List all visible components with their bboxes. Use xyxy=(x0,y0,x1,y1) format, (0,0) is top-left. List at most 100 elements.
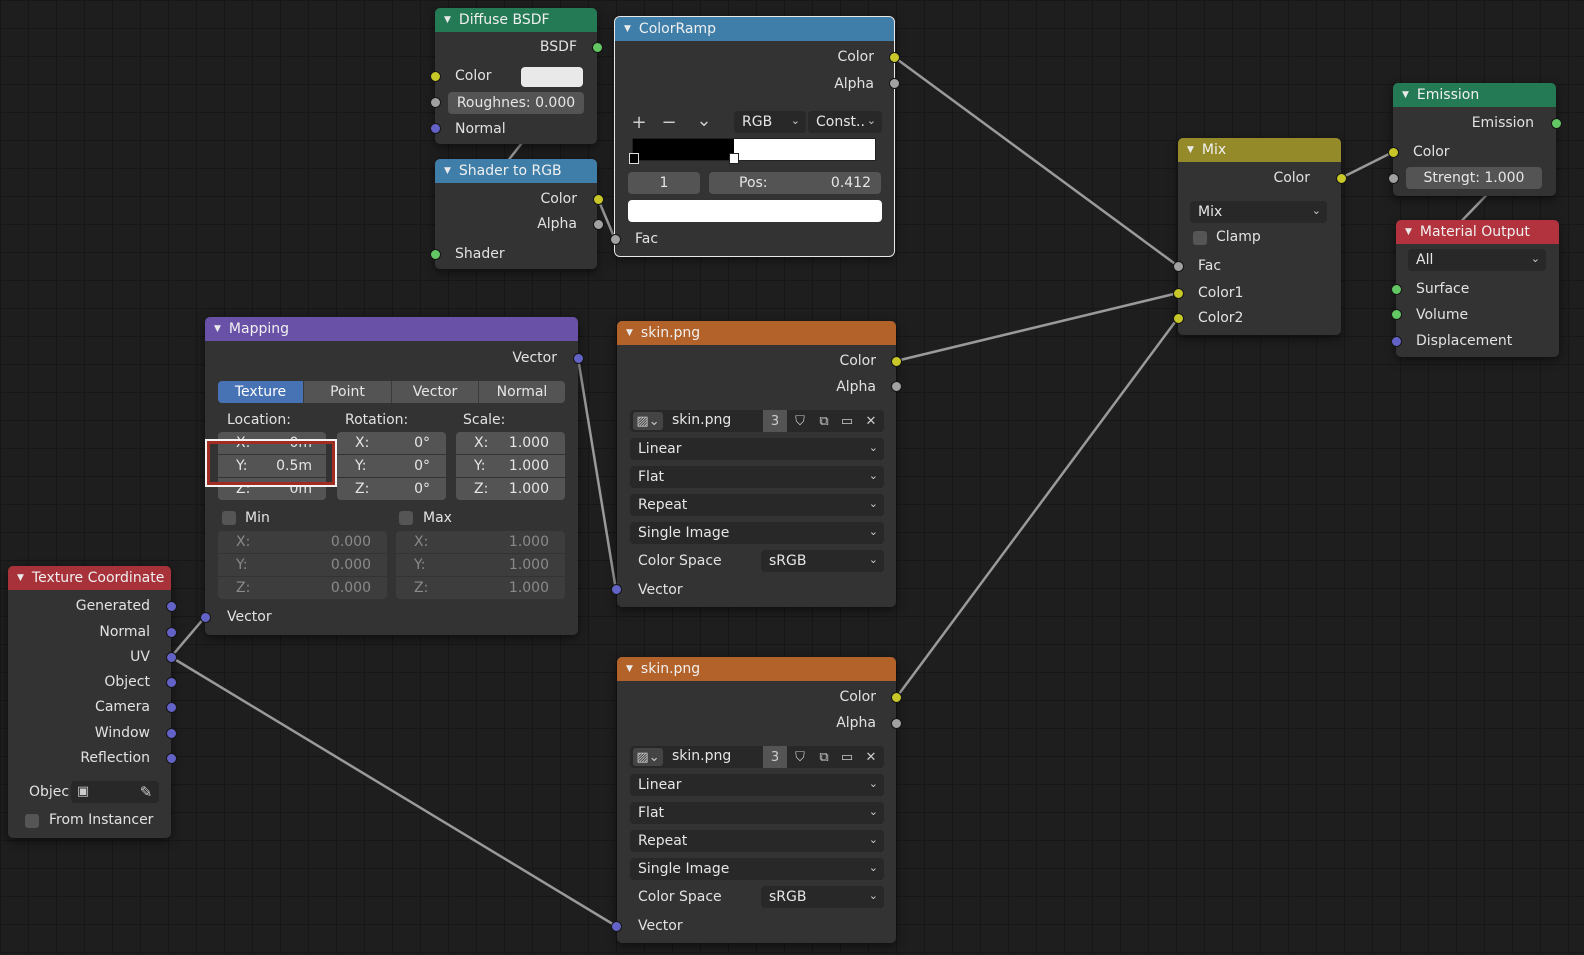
rgb-alpha-output-socket[interactable] xyxy=(593,219,604,230)
collapse-triangle-icon[interactable]: ▼ xyxy=(1402,90,1409,100)
color-ramp-gradient[interactable] xyxy=(632,138,876,161)
eyedropper-icon[interactable]: ✎ xyxy=(137,783,155,801)
source-dropdown[interactable]: Single Image ⌄ xyxy=(630,858,884,880)
displacement-input-socket[interactable] xyxy=(1391,336,1402,347)
fake-user-shield-icon[interactable]: ⛉ xyxy=(790,748,810,766)
material-output-node[interactable]: ▼ Material Output All ⌄ Surface Volume Dis… xyxy=(1396,220,1559,357)
chevron-down-icon[interactable]: ⌄ xyxy=(694,110,714,131)
source-dropdown[interactable]: Single Image ⌄ xyxy=(630,522,884,544)
blend-mode-dropdown[interactable]: Mix ⌄ xyxy=(1190,201,1327,223)
close-icon[interactable]: ✕ xyxy=(861,748,881,766)
volume-input-socket[interactable] xyxy=(1391,309,1402,320)
strength-field[interactable]: Strengt: 1.000 xyxy=(1406,167,1542,189)
camera-output-socket[interactable] xyxy=(166,702,177,713)
roughness-field[interactable]: Roughnes: 0.000 xyxy=(448,92,584,114)
extension-dropdown[interactable]: Repeat ⌄ xyxy=(630,494,884,516)
diffuse-normal-input-socket[interactable] xyxy=(430,123,441,134)
interpolation-dropdown[interactable]: Const.. ⌄ xyxy=(808,111,882,133)
collapse-triangle-icon[interactable]: ▼ xyxy=(624,24,631,34)
collapse-triangle-icon[interactable]: ▼ xyxy=(626,328,633,338)
object-picker-field[interactable]: ▣ ✎ xyxy=(71,781,159,803)
user-count[interactable]: 3 xyxy=(763,410,787,432)
interpolation-dropdown[interactable]: Linear ⌄ xyxy=(630,774,884,796)
active-stop-index-field[interactable]: 1 xyxy=(628,172,700,194)
folder-icon[interactable]: ▭ xyxy=(837,748,857,766)
img1-vector-input-socket[interactable] xyxy=(611,584,622,595)
mapping-vector-input-socket[interactable] xyxy=(200,612,211,623)
mix-color-output-socket[interactable] xyxy=(1336,173,1347,184)
tab-point[interactable]: Point xyxy=(304,381,392,403)
object-output-socket[interactable] xyxy=(166,677,177,688)
image-texture-header[interactable]: ▼ skin.png xyxy=(617,321,896,345)
mapping-header[interactable]: ▼ Mapping xyxy=(205,317,578,341)
render-target-dropdown[interactable]: All ⌄ xyxy=(1408,249,1546,271)
min-checkbox[interactable] xyxy=(222,511,236,525)
image-texture-node-1[interactable]: ▼ skin.png Color Alpha ▨⌄ skin.png 3 ⛉ ⧉ … xyxy=(617,321,896,607)
location-z-field[interactable]: Z: 0m xyxy=(218,478,326,500)
image-name[interactable]: skin.png xyxy=(672,412,731,428)
image-selector[interactable]: ▨⌄ skin.png 3 ⛉ ⧉ ▭ ✕ xyxy=(630,410,884,432)
img2-alpha-output-socket[interactable] xyxy=(891,718,902,729)
color-mode-dropdown[interactable]: RGB ⌄ xyxy=(734,111,806,133)
projection-dropdown[interactable]: Flat ⌄ xyxy=(630,802,884,824)
image-selector[interactable]: ▨⌄ skin.png 3 ⛉ ⧉ ▭ ✕ xyxy=(630,746,884,768)
collapse-triangle-icon[interactable]: ▼ xyxy=(214,324,221,334)
user-count[interactable]: 3 xyxy=(763,746,787,768)
colorramp-node[interactable]: ▼ ColorRamp Color Alpha + − ⌄ RGB ⌄ Const.… xyxy=(614,16,895,257)
rotation-x-field[interactable]: X: 0° xyxy=(337,432,446,454)
stop-color-swatch[interactable] xyxy=(628,200,882,222)
emission-color-input-socket[interactable] xyxy=(1388,147,1399,158)
diffuse-bsdf-header[interactable]: ▼ Diffuse BSDF xyxy=(435,8,597,32)
collapse-triangle-icon[interactable]: ▼ xyxy=(17,573,24,583)
collapse-triangle-icon[interactable]: ▼ xyxy=(1187,145,1194,155)
tab-texture[interactable]: Texture xyxy=(218,381,304,403)
color-stop-handle-0[interactable] xyxy=(629,153,639,164)
image-browse-icon[interactable]: ▨⌄ xyxy=(633,412,663,430)
generated-output-socket[interactable] xyxy=(166,601,177,612)
color-space-dropdown[interactable]: sRGB ⌄ xyxy=(761,550,884,572)
add-stop-icon[interactable]: + xyxy=(629,112,649,133)
collapse-triangle-icon[interactable]: ▼ xyxy=(444,15,451,25)
color-stop-handle-1[interactable] xyxy=(729,153,739,164)
mapping-vector-output-socket[interactable] xyxy=(573,353,584,364)
normal-output-socket[interactable] xyxy=(166,627,177,638)
tab-normal[interactable]: Normal xyxy=(479,381,565,403)
img2-vector-input-socket[interactable] xyxy=(611,921,622,932)
emission-header[interactable]: ▼ Emission xyxy=(1393,83,1556,107)
ramp-color-output-socket[interactable] xyxy=(889,52,900,63)
duplicate-icon[interactable]: ⧉ xyxy=(814,412,834,430)
location-x-field[interactable]: X: 0m xyxy=(218,432,326,454)
uv-output-socket[interactable] xyxy=(166,652,177,663)
rotation-z-field[interactable]: Z: 0° xyxy=(337,478,446,500)
color-swatch[interactable] xyxy=(521,67,583,87)
shader-to-rgb-node[interactable]: ▼ Shader to RGB Color Alpha Shader xyxy=(435,159,597,269)
ramp-fac-input-socket[interactable] xyxy=(610,234,621,245)
max-checkbox[interactable] xyxy=(399,511,413,525)
emission-node[interactable]: ▼ Emission Emission Color Strengt: 1.000 xyxy=(1393,83,1556,196)
diffuse-color-input-socket[interactable] xyxy=(430,71,441,82)
surface-input-socket[interactable] xyxy=(1391,284,1402,295)
mix-header[interactable]: ▼ Mix xyxy=(1178,138,1341,162)
shader-to-rgb-header[interactable]: ▼ Shader to RGB xyxy=(435,159,597,183)
rotation-y-field[interactable]: Y: 0° xyxy=(337,455,446,477)
reflection-output-socket[interactable] xyxy=(166,753,177,764)
mix-color1-input-socket[interactable] xyxy=(1173,288,1184,299)
scale-y-field[interactable]: Y: 1.000 xyxy=(456,455,565,477)
clamp-checkbox[interactable] xyxy=(1193,231,1207,245)
image-name[interactable]: skin.png xyxy=(672,748,731,764)
close-icon[interactable]: ✕ xyxy=(861,412,881,430)
diffuse-bsdf-node[interactable]: ▼ Diffuse BSDF BSDF Color Roughnes: 0.000… xyxy=(435,8,597,144)
folder-icon[interactable]: ▭ xyxy=(837,412,857,430)
material-output-header[interactable]: ▼ Material Output xyxy=(1396,220,1559,244)
emission-output-socket[interactable] xyxy=(1551,118,1562,129)
img1-color-output-socket[interactable] xyxy=(891,356,902,367)
fake-user-shield-icon[interactable]: ⛉ xyxy=(790,412,810,430)
mix-color2-input-socket[interactable] xyxy=(1173,313,1184,324)
strength-input-socket[interactable] xyxy=(1388,173,1399,184)
shader-input-socket[interactable] xyxy=(430,249,441,260)
texture-coordinate-node[interactable]: ▼ Texture Coordinate Generated Normal UV … xyxy=(8,566,171,838)
position-field[interactable]: Pos: 0.412 xyxy=(709,172,881,194)
mapping-node[interactable]: ▼ Mapping Vector Texture Point Vector Nor… xyxy=(205,317,578,635)
scale-x-field[interactable]: X: 1.000 xyxy=(456,432,565,454)
img1-alpha-output-socket[interactable] xyxy=(891,381,902,392)
